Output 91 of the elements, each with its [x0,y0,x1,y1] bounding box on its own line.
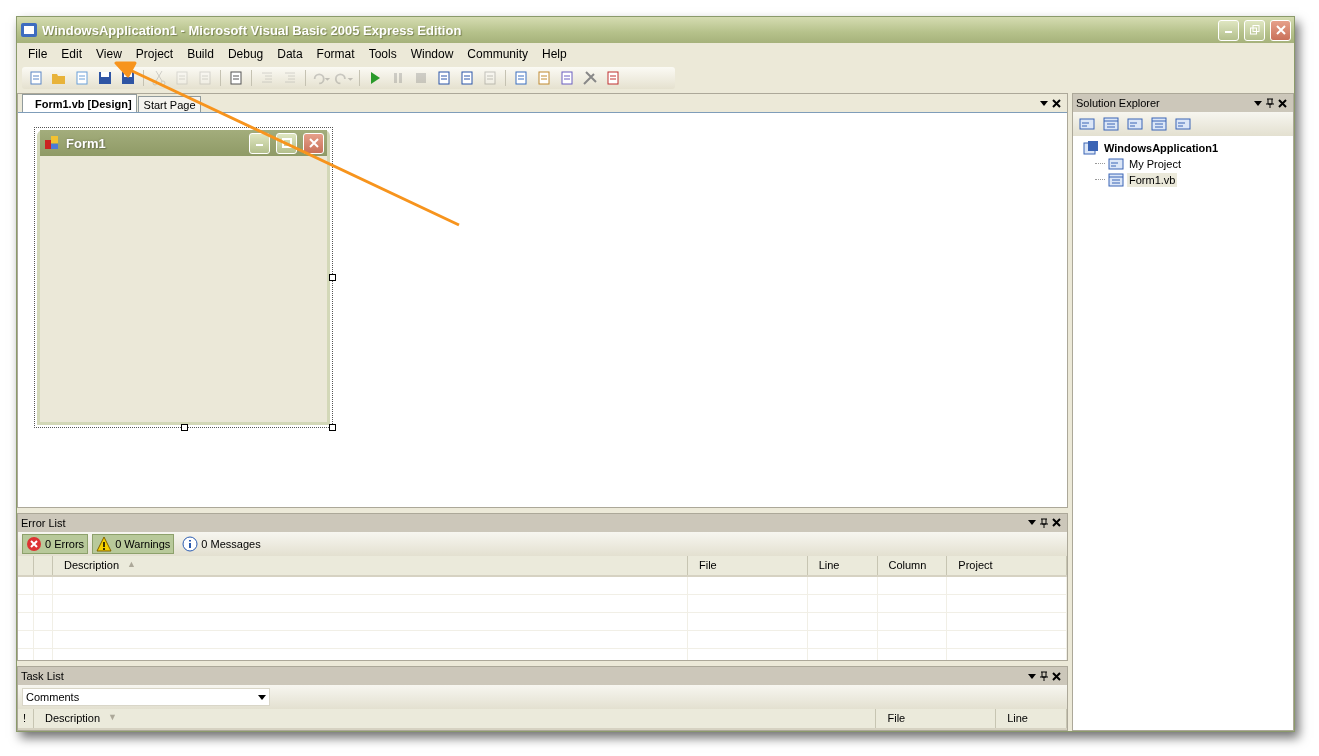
restore-button[interactable] [1244,19,1265,41]
column-header[interactable]: Description ▲ [53,555,688,575]
menu-item[interactable]: Help [535,47,574,61]
project-icon [1083,139,1099,156]
column-header[interactable]: ! [18,709,34,728]
close-icon [1275,25,1286,35]
warning-icon [96,535,113,552]
close-icon [308,138,319,148]
restore-icon [1249,25,1260,35]
document-icon [605,70,621,86]
menu-item[interactable]: Build [180,47,221,61]
document-icon [536,70,552,86]
pane-title: Error List [21,516,67,529]
document-icon [513,70,529,86]
document-icon [559,70,575,86]
minimize-button[interactable] [249,132,270,154]
settings-icon [1175,116,1191,132]
document-icon [459,70,475,86]
maximize-icon [281,138,292,148]
filter-button[interactable]: 0 Errors [22,533,89,554]
window-title: WindowsApplication1 - Microsoft Visual Basic 2005 Express Edition [42,22,463,38]
resize-handle[interactable] [329,274,336,281]
column-header[interactable]: Column [877,555,948,575]
sort-arrow: ▼ [108,712,117,722]
document-icon [28,70,44,86]
settings-icon [1079,116,1095,132]
close-icon [1052,518,1061,528]
form-icon [1103,116,1119,132]
form-title: Form1 [66,135,107,151]
close-icon [1052,98,1061,108]
close-button[interactable] [1270,19,1291,41]
dropdown-icon [1028,520,1036,526]
stop-icon [413,70,429,86]
pane-title: Task List [21,670,65,682]
menu-item[interactable]: File [21,47,55,61]
menu-item[interactable]: Data [270,47,310,61]
tree-item[interactable]: My Project [1127,156,1183,171]
pin-icon [1266,98,1274,108]
menu-item[interactable]: Format [309,47,362,61]
column-header[interactable]: Line [807,555,878,575]
document-tab[interactable]: Start Page [137,96,201,112]
column-header[interactable]: File [876,709,997,728]
document-icon [174,70,190,86]
close-icon [1278,98,1287,108]
document-icon [74,70,90,86]
redo-icon [334,70,354,86]
filter-button[interactable]: 0 Messages [178,533,265,554]
info-icon [182,535,199,552]
minimize-button[interactable] [1218,19,1239,41]
document-icon [436,70,452,86]
menu-item[interactable]: Debug [220,47,271,61]
column-header[interactable]: Project [947,555,1067,575]
tree-item[interactable]: WindowsApplication1 [1102,140,1221,155]
error-icon [26,535,42,552]
close-icon [1052,671,1061,681]
column-header[interactable]: Line [996,709,1067,728]
menu-item[interactable]: Community [460,47,535,61]
close-button[interactable] [303,132,324,154]
form-icon [1108,171,1124,188]
pane-title: Solution Explorer [1076,97,1161,109]
menu-item[interactable]: View [89,47,129,61]
sort-arrow: ▲ [127,558,136,569]
dropdown-icon [1254,100,1262,106]
document-icon [197,70,213,86]
document-tab[interactable]: Form1.vb [Design] [22,94,137,112]
menu-item[interactable]: Tools [361,47,404,61]
lines-icon [259,70,275,86]
document-icon [482,70,498,86]
menu-item[interactable]: Window [403,47,461,61]
menu-item[interactable]: Project [128,47,181,61]
lines-icon [282,70,298,86]
pin-icon [1040,671,1048,681]
dropdown-icon [1028,673,1036,679]
scissors-icon [151,70,167,86]
form-icon [1151,116,1167,132]
column-header[interactable]: Description ▼ [34,709,877,728]
settings-icon [1127,116,1143,132]
filter-dropdown[interactable]: Comments [22,688,270,706]
form-icon [44,135,60,151]
filter-button[interactable]: 0 Warnings [92,533,175,554]
resize-handle[interactable] [329,424,336,431]
dropdown-icon [1040,100,1048,106]
settings-icon [1108,155,1124,172]
tree-item[interactable]: Form1.vb [1127,172,1178,187]
pin-icon [1040,517,1048,528]
resize-handle[interactable] [181,424,188,431]
dropdown-icon [258,694,266,700]
column-header[interactable]: File [688,555,808,575]
app-icon [21,22,37,38]
menu-item[interactable]: Edit [54,47,90,61]
document-icon [228,70,244,86]
